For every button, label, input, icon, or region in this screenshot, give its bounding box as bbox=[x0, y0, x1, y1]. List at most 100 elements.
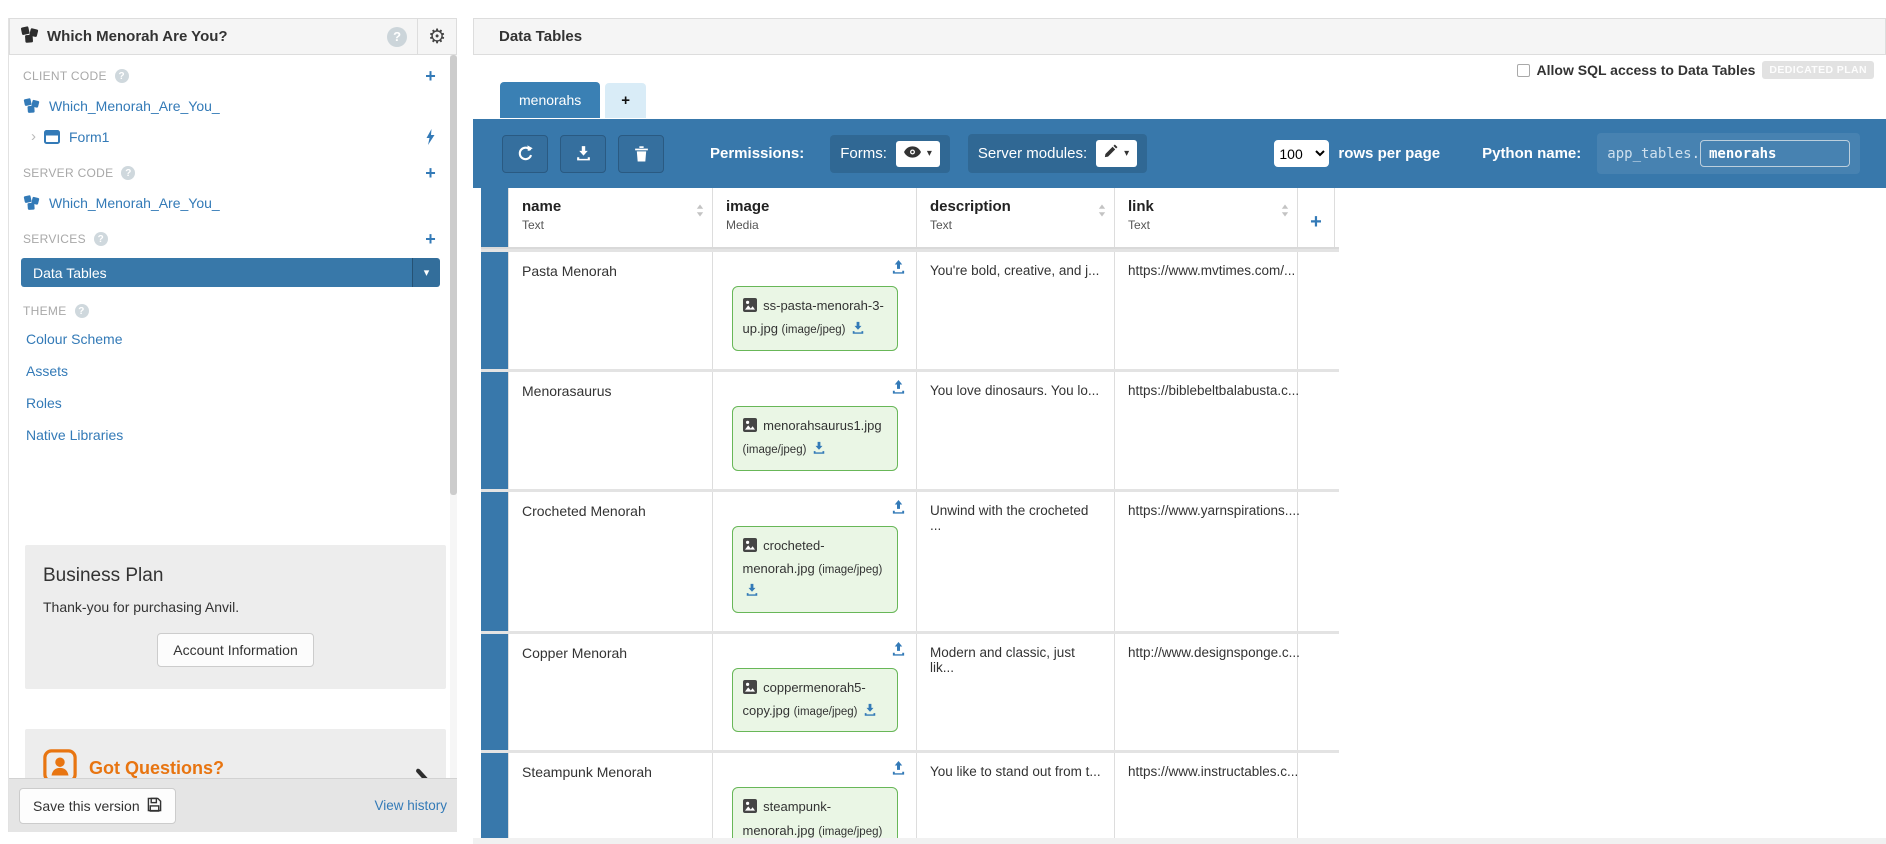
sidebar-scrollbar[interactable] bbox=[450, 55, 457, 778]
upload-icon[interactable] bbox=[891, 379, 906, 400]
sidebar-item-server-package[interactable]: Which_Menorah_Are_You_ bbox=[9, 187, 450, 218]
cell-description[interactable]: You love dinosaurs. You lo... bbox=[917, 371, 1115, 489]
upload-icon[interactable] bbox=[891, 761, 906, 781]
add-service-button[interactable]: + bbox=[425, 230, 436, 248]
row-handle[interactable] bbox=[481, 252, 509, 369]
cell-image[interactable]: ss-pasta-menorah-3-up.jpg (image/jpeg) bbox=[713, 252, 917, 369]
forms-permission-dropdown[interactable]: ▾ bbox=[895, 140, 940, 167]
help-icon[interactable]: ? bbox=[114, 69, 129, 83]
chevron-right-icon[interactable]: › bbox=[31, 128, 36, 145]
download-table-button[interactable] bbox=[560, 134, 606, 173]
cell-description[interactable]: You're bold, creative, and j... bbox=[917, 252, 1115, 369]
media-file-chip[interactable]: crocheted-menorah.jpg (image/jpeg) bbox=[731, 525, 898, 613]
python-name-input[interactable] bbox=[1700, 140, 1850, 167]
upload-icon[interactable] bbox=[891, 641, 906, 662]
cell-name[interactable]: Copper Menorah bbox=[509, 633, 713, 751]
column-header-name[interactable]: name Text bbox=[509, 188, 713, 247]
help-icon[interactable]: ? bbox=[387, 26, 408, 47]
app-title: Which Menorah Are You? bbox=[47, 28, 228, 45]
sidebar-item-native-libraries[interactable]: Native Libraries bbox=[9, 419, 450, 451]
dedicated-plan-badge: DEDICATED PLAN bbox=[1762, 61, 1874, 79]
upload-icon[interactable] bbox=[891, 499, 906, 520]
section-client-code: CLIENT CODE ? + bbox=[9, 55, 450, 90]
table-row: Crocheted Menorah crocheted-menorah.jpg … bbox=[481, 488, 1339, 631]
sql-access-row: Allow SQL access to Data Tables DEDICATE… bbox=[1516, 61, 1874, 79]
business-plan-title: Business Plan bbox=[43, 565, 164, 586]
forms-label: Forms: bbox=[840, 145, 887, 162]
save-version-button[interactable]: Save this version bbox=[19, 787, 176, 824]
caret-down-icon: ▾ bbox=[1124, 148, 1130, 159]
cell-name[interactable]: Pasta Menorah bbox=[509, 252, 713, 369]
row-handle[interactable] bbox=[481, 491, 509, 631]
add-table-tab[interactable]: + bbox=[605, 83, 647, 118]
add-column-button[interactable]: + bbox=[1298, 188, 1335, 247]
sql-access-checkbox[interactable] bbox=[1516, 63, 1530, 77]
media-file-chip[interactable]: ss-pasta-menorah-3-up.jpg (image/jpeg) bbox=[731, 286, 898, 351]
caret-down-icon: ▾ bbox=[926, 148, 932, 159]
cell-link[interactable]: https://biblebeltbalabusta.c... bbox=[1115, 371, 1299, 489]
media-file-chip[interactable]: menorahsaurus1.jpg (image/jpeg) bbox=[731, 405, 898, 471]
sidebar-item-form1[interactable]: › Form1 bbox=[9, 121, 450, 152]
lightning-bolt-icon[interactable] bbox=[425, 128, 436, 145]
cell-link[interactable]: https://www.instructables.c... bbox=[1115, 753, 1298, 844]
cell-name[interactable]: Crocheted Menorah bbox=[509, 491, 713, 631]
cell-description[interactable]: You like to stand out from t... bbox=[917, 753, 1115, 844]
sort-icon[interactable] bbox=[1281, 204, 1289, 220]
column-header-image[interactable]: image Media bbox=[713, 188, 917, 247]
sort-icon[interactable] bbox=[696, 204, 704, 220]
sidebar-item-client-package[interactable]: Which_Menorah_Are_You_ bbox=[9, 90, 450, 121]
refresh-button[interactable] bbox=[502, 134, 548, 173]
column-header-link[interactable]: link Text bbox=[1115, 188, 1298, 247]
download-icon[interactable] bbox=[812, 440, 826, 461]
cell-image[interactable]: steampunk-menorah.jpg (image/jpeg) bbox=[713, 753, 917, 844]
cell-link[interactable]: http://www.designsponge.c... bbox=[1115, 633, 1300, 751]
download-icon[interactable] bbox=[745, 582, 759, 603]
cell-description[interactable]: Unwind with the crocheted ... bbox=[917, 491, 1115, 631]
cell-link[interactable]: https://www.yarnspirations.... bbox=[1115, 491, 1300, 631]
media-file-chip[interactable]: coppermenorah5-copy.jpg (image/jpeg) bbox=[731, 667, 898, 733]
download-icon[interactable] bbox=[863, 702, 877, 723]
scrollbar-thumb[interactable] bbox=[450, 55, 457, 495]
app-sidebar: Which Menorah Are You? ? ⚙ CLIENT CODE ?… bbox=[8, 18, 457, 832]
sidebar-item-colour-scheme[interactable]: Colour Scheme bbox=[9, 323, 450, 355]
sidebar-item-assets[interactable]: Assets bbox=[9, 355, 450, 387]
media-file-chip[interactable]: steampunk-menorah.jpg (image/jpeg) bbox=[731, 787, 898, 844]
cell-name[interactable]: Menorasaurus bbox=[509, 371, 713, 489]
delete-table-button[interactable] bbox=[618, 134, 664, 173]
server-modules-permission-dropdown[interactable]: ▾ bbox=[1096, 140, 1138, 167]
help-icon[interactable]: ? bbox=[93, 232, 108, 246]
column-header-description[interactable]: description Text bbox=[917, 188, 1115, 247]
help-icon[interactable]: ? bbox=[121, 166, 136, 180]
add-client-code-button[interactable]: + bbox=[425, 67, 436, 85]
sidebar-item-data-tables[interactable]: Data Tables ▾ bbox=[21, 258, 440, 287]
gear-icon[interactable]: ⚙ bbox=[428, 27, 446, 47]
sidebar-item-roles[interactable]: Roles bbox=[9, 387, 450, 419]
cell-description[interactable]: Modern and classic, just lik... bbox=[917, 633, 1115, 751]
view-history-link[interactable]: View history bbox=[374, 798, 447, 813]
rows-per-page-select[interactable]: 100 bbox=[1274, 140, 1330, 167]
cell-image[interactable]: crocheted-menorah.jpg (image/jpeg) bbox=[713, 491, 917, 631]
save-version-label: Save this version bbox=[33, 797, 140, 814]
image-file-icon bbox=[742, 798, 757, 819]
cell-name[interactable]: Steampunk Menorah bbox=[509, 753, 713, 844]
account-information-button[interactable]: Account Information bbox=[157, 633, 314, 667]
sidebar-nav: CLIENT CODE ? + Which_Menorah_Are_You_ ›… bbox=[9, 55, 450, 778]
chevron-down-icon[interactable]: ▾ bbox=[412, 258, 440, 287]
got-questions-panel[interactable]: Got Questions? Ask questions and learn m… bbox=[25, 729, 446, 778]
chevron-right-icon[interactable] bbox=[415, 768, 432, 778]
cell-link[interactable]: https://www.mvtimes.com/... bbox=[1115, 252, 1298, 369]
add-server-code-button[interactable]: + bbox=[425, 164, 436, 182]
cell-image[interactable]: coppermenorah5-copy.jpg (image/jpeg) bbox=[713, 633, 917, 751]
anvil-package-icon bbox=[23, 194, 40, 211]
help-icon[interactable]: ? bbox=[74, 304, 89, 318]
download-icon[interactable] bbox=[851, 320, 865, 341]
row-handle[interactable] bbox=[481, 633, 509, 751]
cell-image[interactable]: menorahsaurus1.jpg (image/jpeg) bbox=[713, 371, 917, 489]
upload-icon[interactable] bbox=[891, 260, 906, 280]
row-handle[interactable] bbox=[481, 371, 509, 489]
horizontal-scrollbar[interactable] bbox=[473, 838, 1886, 844]
tab-menorahs[interactable]: menorahs bbox=[500, 82, 601, 118]
row-handle[interactable] bbox=[481, 753, 509, 844]
section-theme: THEME ? bbox=[9, 292, 450, 323]
sort-icon[interactable] bbox=[1098, 204, 1106, 220]
